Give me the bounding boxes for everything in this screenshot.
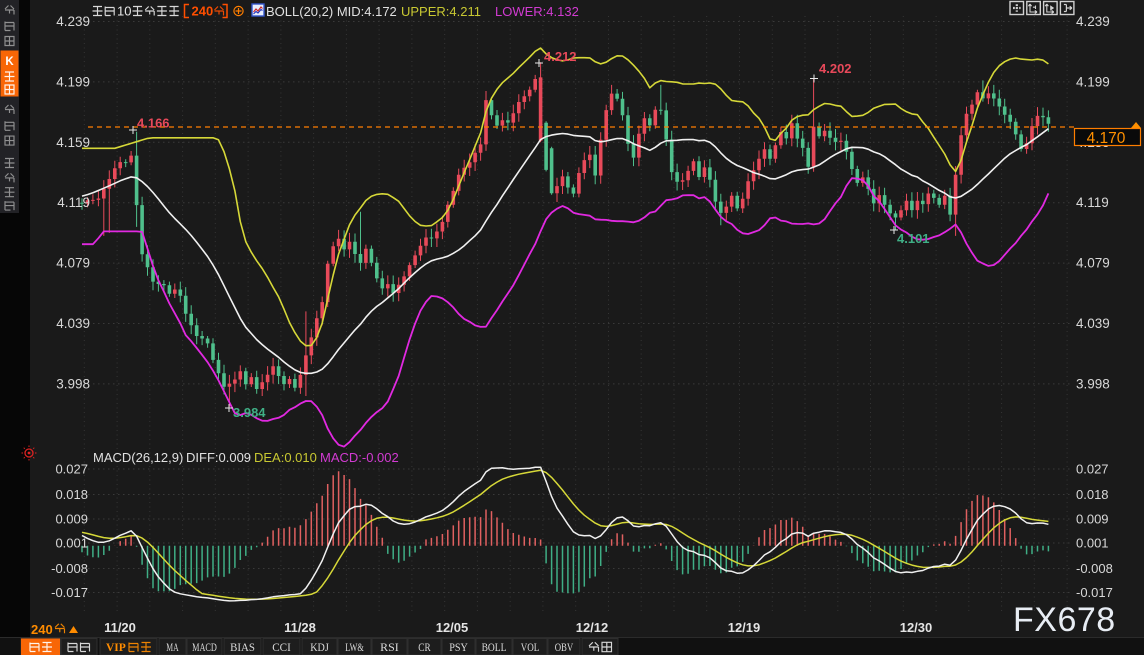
svg-text:240: 240 <box>31 622 53 637</box>
svg-text:4.212: 4.212 <box>544 49 577 64</box>
svg-text:MA: MA <box>166 642 179 654</box>
svg-text:0.009: 0.009 <box>55 512 88 527</box>
svg-text:12/05: 12/05 <box>436 620 469 635</box>
svg-text:4.079: 4.079 <box>1076 256 1110 271</box>
svg-text:0.018: 0.018 <box>1076 487 1109 502</box>
svg-text:MACD:-0.002: MACD:-0.002 <box>320 450 399 465</box>
svg-text:0.001: 0.001 <box>1076 536 1109 551</box>
svg-text:4.101: 4.101 <box>897 231 930 246</box>
svg-text:CCI: CCI <box>272 642 291 654</box>
svg-text:-0.017: -0.017 <box>51 585 88 600</box>
svg-text:4.239: 4.239 <box>56 14 90 29</box>
svg-text:4.199: 4.199 <box>1076 74 1110 89</box>
svg-text:11/20: 11/20 <box>104 620 136 635</box>
svg-text:4.079: 4.079 <box>56 256 90 271</box>
svg-text:PSY: PSY <box>449 642 468 654</box>
svg-text:FX678: FX678 <box>1013 601 1116 639</box>
svg-text:0.018: 0.018 <box>55 487 88 502</box>
svg-text:0.009: 0.009 <box>1076 512 1109 527</box>
svg-text:RSI: RSI <box>380 642 399 654</box>
svg-text:4.159: 4.159 <box>56 135 90 150</box>
svg-text:0.027: 0.027 <box>55 462 88 477</box>
svg-text:4.119: 4.119 <box>57 195 90 210</box>
svg-text:4.239: 4.239 <box>1076 14 1110 29</box>
svg-text:4.166: 4.166 <box>137 116 170 131</box>
svg-text:-0.017: -0.017 <box>1076 585 1113 600</box>
svg-text:UPPER:4.211: UPPER:4.211 <box>401 4 481 19</box>
svg-text:4.199: 4.199 <box>56 74 90 89</box>
svg-text:BOLL: BOLL <box>482 642 507 654</box>
svg-text:11/28: 11/28 <box>284 620 316 635</box>
svg-text:-0.008: -0.008 <box>51 561 88 576</box>
svg-text:CR: CR <box>418 642 431 654</box>
svg-text:DEA:0.010: DEA:0.010 <box>254 450 317 465</box>
svg-text:3.998: 3.998 <box>56 376 90 391</box>
svg-text:MACD: MACD <box>192 642 217 654</box>
svg-text:4.039: 4.039 <box>1076 316 1110 331</box>
svg-text:0.001: 0.001 <box>55 536 88 551</box>
svg-text:MACD(26,12,9): MACD(26,12,9) <box>93 450 183 465</box>
svg-text:10: 10 <box>117 4 131 19</box>
svg-text:4.170: 4.170 <box>1087 130 1126 147</box>
svg-text:VIP: VIP <box>106 642 126 654</box>
svg-text:3.998: 3.998 <box>1076 376 1110 391</box>
svg-text:3.984: 3.984 <box>233 405 266 420</box>
svg-text:12/19: 12/19 <box>728 620 761 635</box>
svg-text:240: 240 <box>192 4 214 19</box>
svg-text:OBV: OBV <box>555 642 574 654</box>
svg-text:K: K <box>5 56 14 68</box>
svg-text:BIAS: BIAS <box>230 642 255 654</box>
svg-text:DIFF:0.009: DIFF:0.009 <box>186 450 251 465</box>
svg-text:LOWER:4.132: LOWER:4.132 <box>495 4 579 19</box>
svg-text:-0.008: -0.008 <box>1076 561 1113 576</box>
svg-text:4.039: 4.039 <box>56 316 90 331</box>
svg-text:12/30: 12/30 <box>900 620 933 635</box>
svg-text:VOL: VOL <box>521 642 540 654</box>
svg-text:4.202: 4.202 <box>819 61 852 76</box>
svg-text:12/12: 12/12 <box>576 620 609 635</box>
svg-text:4.119: 4.119 <box>1076 195 1109 210</box>
svg-text:BOLL(20,2) MID:4.172: BOLL(20,2) MID:4.172 <box>266 4 397 19</box>
svg-text:LW&: LW& <box>345 642 364 654</box>
svg-text:0.027: 0.027 <box>1076 462 1109 477</box>
svg-text:KDJ: KDJ <box>310 642 329 654</box>
